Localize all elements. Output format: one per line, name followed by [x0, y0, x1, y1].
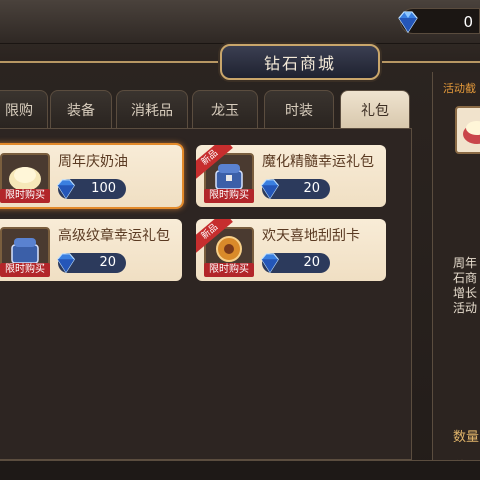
shop-item-card[interactable]: 新品 限时购买 欢天喜地刮刮卡 20: [196, 219, 386, 281]
item-name: 周年庆奶油: [58, 154, 128, 170]
limited-time-badge: 限时购买: [204, 189, 254, 203]
price-pill: 20: [261, 253, 330, 274]
diamond-icon: [261, 253, 279, 274]
shop-item-card[interactable]: 限时购买 高级纹章幸运礼包 20: [0, 219, 182, 281]
item-description: 周年 石商 增长 活动: [453, 256, 477, 316]
title-divider-left: [0, 61, 220, 63]
diamond-shop-screen: 0 钻石商城 限购 装备 消耗品 龙玉 时装 礼包 限时购买 周年庆奶油 100…: [0, 0, 480, 480]
item-price: 100: [91, 181, 116, 196]
tab-label: 礼包: [361, 102, 389, 119]
shop-item-card[interactable]: 限时购买 周年庆奶油 100: [0, 145, 182, 207]
tab-equipment[interactable]: 装备: [50, 90, 112, 128]
limited-time-badge: 限时购买: [204, 263, 254, 277]
item-detail-panel: 活动截 周年 石商 增长 活动 数量 总价: [432, 72, 480, 475]
item-price: 20: [99, 255, 116, 270]
shop-item-card[interactable]: 新品 限时购买 魔化精髓幸运礼包 20: [196, 145, 386, 207]
desc-line: 石商: [453, 271, 478, 285]
tab-costume[interactable]: 时装: [264, 90, 334, 128]
quantity-label: 数量: [453, 430, 480, 445]
page-title: 钻石商城: [263, 54, 336, 73]
item-list-panel: 限时购买 周年庆奶油 100 新品 限时购买 魔化精髓幸运礼包 20 限时购买 …: [0, 128, 412, 460]
desc-line: 增长: [453, 286, 478, 300]
bottom-bar: [0, 460, 480, 480]
desc-line: 活动: [453, 301, 478, 315]
limited-time-badge: 限时购买: [0, 263, 50, 277]
title-divider-right: [380, 61, 480, 63]
tab-label: 装备: [67, 102, 95, 119]
item-name: 魔化精髓幸运礼包: [262, 154, 374, 170]
price-pill: 20: [261, 179, 330, 200]
item-name: 高级纹章幸运礼包: [58, 228, 170, 244]
event-deadline-label: 活动截: [443, 82, 476, 95]
price-pill: 100: [57, 179, 126, 200]
tab-label: 龙玉: [211, 102, 239, 119]
tab-limited[interactable]: 限购: [0, 90, 48, 128]
item-price: 20: [303, 181, 320, 196]
price-pill: 20: [57, 253, 126, 274]
diamond-balance-value: 0: [463, 13, 473, 31]
tab-label: 限购: [5, 102, 33, 119]
limited-time-badge: 限时购买: [0, 189, 50, 203]
item-name: 欢天喜地刮刮卡: [262, 228, 360, 244]
tab-label: 时装: [285, 102, 313, 119]
diamond-icon: [57, 179, 75, 200]
tab-consumables[interactable]: 消耗品: [116, 90, 188, 128]
tab-label: 消耗品: [131, 102, 173, 119]
diamond-balance: 0: [398, 8, 480, 34]
item-price: 20: [303, 255, 320, 270]
tab-dragon-jade[interactable]: 龙玉: [192, 90, 258, 128]
cream-cake-icon: [463, 121, 480, 144]
desc-line: 周年: [453, 256, 478, 270]
tab-gift-pack[interactable]: 礼包: [340, 90, 410, 128]
diamond-icon: [261, 179, 279, 200]
diamond-icon: [398, 11, 418, 34]
shop-title-plaque: 钻石商城: [220, 44, 380, 80]
top-bar: 0: [0, 0, 480, 44]
diamond-icon: [57, 253, 75, 274]
selected-item-thumbnail: [455, 106, 480, 154]
category-tabs: 限购 装备 消耗品 龙玉 时装 礼包: [0, 90, 412, 128]
